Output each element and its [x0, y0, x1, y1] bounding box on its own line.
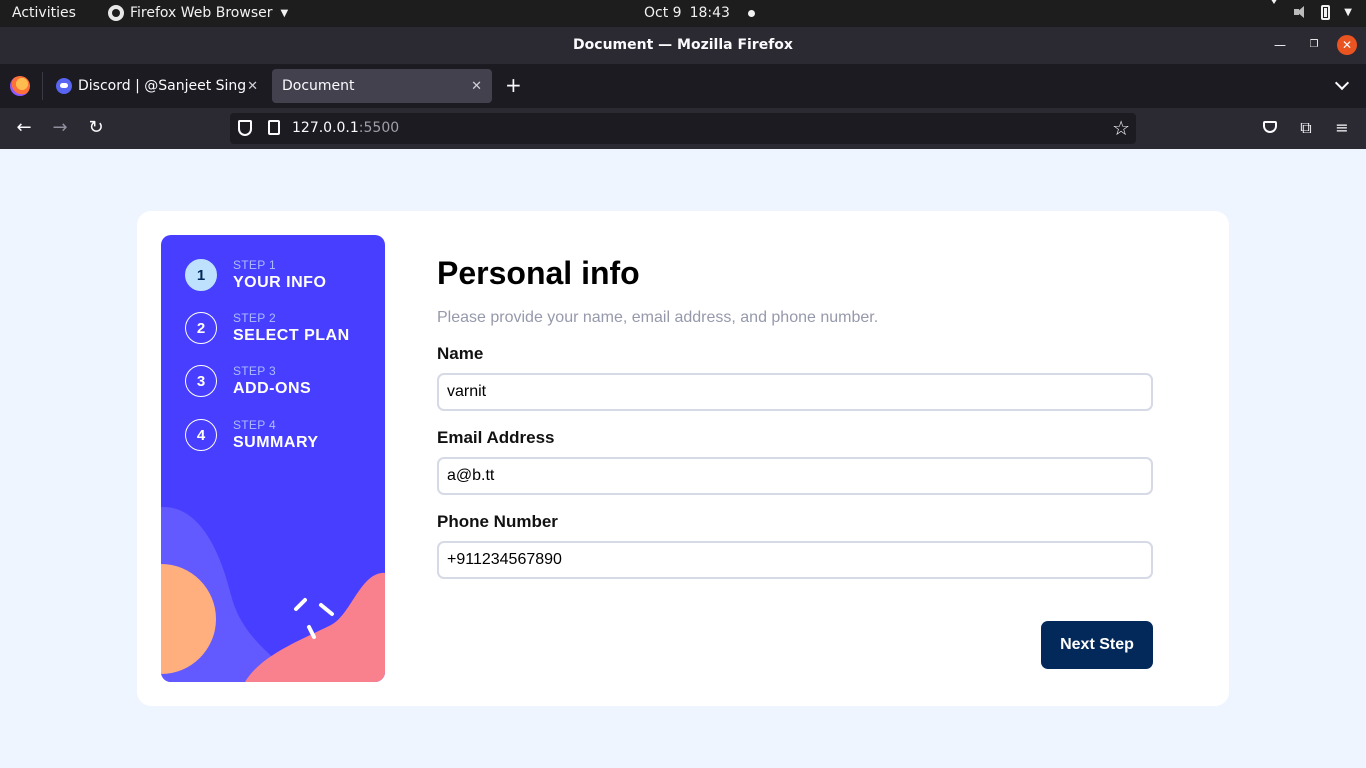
maximize-button[interactable]: ❐: [1304, 35, 1324, 55]
url-bar[interactable]: 127.0.0.1:5500 ☆: [230, 113, 1136, 144]
discord-icon: [56, 78, 72, 94]
step-label: STEP 1: [233, 258, 276, 272]
step-title: YOUR INFO: [233, 274, 327, 291]
battery-icon: [1321, 4, 1331, 20]
navigation-bar: ← → ↻ 127.0.0.1:5500 ☆ ⧉ ≡: [0, 108, 1366, 149]
firefox-view-icon[interactable]: [10, 76, 30, 96]
clock-date: Oct 9: [644, 5, 682, 21]
phone-field[interactable]: [437, 541, 1153, 579]
close-tab-icon[interactable]: ✕: [247, 79, 258, 94]
reload-button[interactable]: ↻: [84, 117, 108, 141]
window-title: Document — Mozilla Firefox: [573, 37, 793, 53]
name-label: Name: [437, 344, 484, 363]
sidebar-step-2[interactable]: 2 STEP 2 SELECT PLAN: [185, 311, 350, 345]
step-title: SELECT PLAN: [233, 327, 350, 344]
volume-icon: [1293, 4, 1309, 20]
wifi-icon: [1265, 0, 1284, 20]
close-window-button[interactable]: ✕: [1337, 35, 1357, 55]
minimize-button[interactable]: —: [1270, 35, 1290, 55]
step-label: STEP 3: [233, 364, 276, 378]
tab-strip: Discord | @Sanjeet Singh ✕ Document ✕ +: [0, 64, 1366, 108]
step-number: 2: [185, 312, 217, 344]
form-card: 1 STEP 1 YOUR INFO 2 STEP 2 SELECT PLAN …: [137, 211, 1229, 706]
chevron-down-icon: ▼: [1344, 6, 1352, 18]
tab-label: Discord | @Sanjeet Singh: [78, 78, 248, 94]
tab-label: Document: [282, 78, 355, 94]
page-info-icon[interactable]: [268, 120, 280, 135]
steps-sidebar: 1 STEP 1 YOUR INFO 2 STEP 2 SELECT PLAN …: [161, 235, 385, 682]
url-text[interactable]: 127.0.0.1:5500: [292, 120, 399, 136]
app-menu-label: Firefox Web Browser: [130, 5, 273, 21]
clock[interactable]: Oct 9 18:43: [644, 5, 755, 21]
window-title-bar: Document — Mozilla Firefox — ❐ ✕: [0, 27, 1366, 64]
back-button[interactable]: ←: [12, 117, 36, 141]
tab-discord[interactable]: Discord | @Sanjeet Singh ✕: [46, 69, 268, 103]
tracking-protection-icon[interactable]: [238, 120, 252, 136]
form-subtitle: Please provide your name, email address,…: [437, 309, 879, 326]
system-tray[interactable]: ▼: [1265, 0, 1352, 20]
hamburger-menu-icon[interactable]: ≡: [1331, 117, 1353, 139]
step-title: ADD-ONS: [233, 380, 312, 397]
chevron-down-icon: ▼: [280, 7, 289, 19]
step-number: 3: [185, 365, 217, 397]
system-top-bar: Activities Firefox Web Browser ▼ Oct 9 1…: [0, 0, 1366, 27]
next-step-button[interactable]: Next Step: [1041, 621, 1153, 669]
step-label: STEP 2: [233, 311, 276, 325]
activities-button[interactable]: Activities: [12, 5, 76, 21]
sidebar-step-4[interactable]: 4 STEP 4 SUMMARY: [185, 418, 319, 452]
list-all-tabs-icon[interactable]: [1334, 75, 1350, 91]
app-menu[interactable]: Firefox Web Browser ▼: [108, 5, 288, 21]
phone-label: Phone Number: [437, 512, 558, 531]
sidebar-step-1[interactable]: 1 STEP 1 YOUR INFO: [185, 258, 326, 292]
tab-document[interactable]: Document ✕: [272, 69, 492, 103]
forward-button[interactable]: →: [48, 117, 72, 141]
step-title: SUMMARY: [233, 434, 319, 451]
close-tab-icon[interactable]: ✕: [471, 79, 482, 94]
page-viewport: 1 STEP 1 YOUR INFO 2 STEP 2 SELECT PLAN …: [0, 149, 1366, 768]
extensions-icon[interactable]: ⧉: [1295, 117, 1317, 139]
clock-time: 18:43: [689, 5, 730, 21]
sidebar-step-3[interactable]: 3 STEP 3 ADD-ONS: [185, 364, 311, 398]
new-tab-button[interactable]: +: [505, 74, 522, 96]
notification-dot-icon: [747, 9, 755, 17]
pocket-icon[interactable]: [1259, 117, 1281, 139]
personal-info-form: Personal info Please provide your name, …: [437, 211, 1153, 706]
firefox-icon: [108, 5, 124, 21]
page-title: Personal info: [437, 255, 640, 291]
name-field[interactable]: [437, 373, 1153, 411]
step-number: 1: [185, 259, 217, 291]
step-label: STEP 4: [233, 418, 276, 432]
tab-separator: [42, 72, 43, 100]
step-number: 4: [185, 419, 217, 451]
email-label: Email Address: [437, 428, 555, 447]
bookmark-star-icon[interactable]: ☆: [1112, 116, 1130, 140]
sidebar-decoration: [161, 506, 385, 682]
email-field[interactable]: [437, 457, 1153, 495]
